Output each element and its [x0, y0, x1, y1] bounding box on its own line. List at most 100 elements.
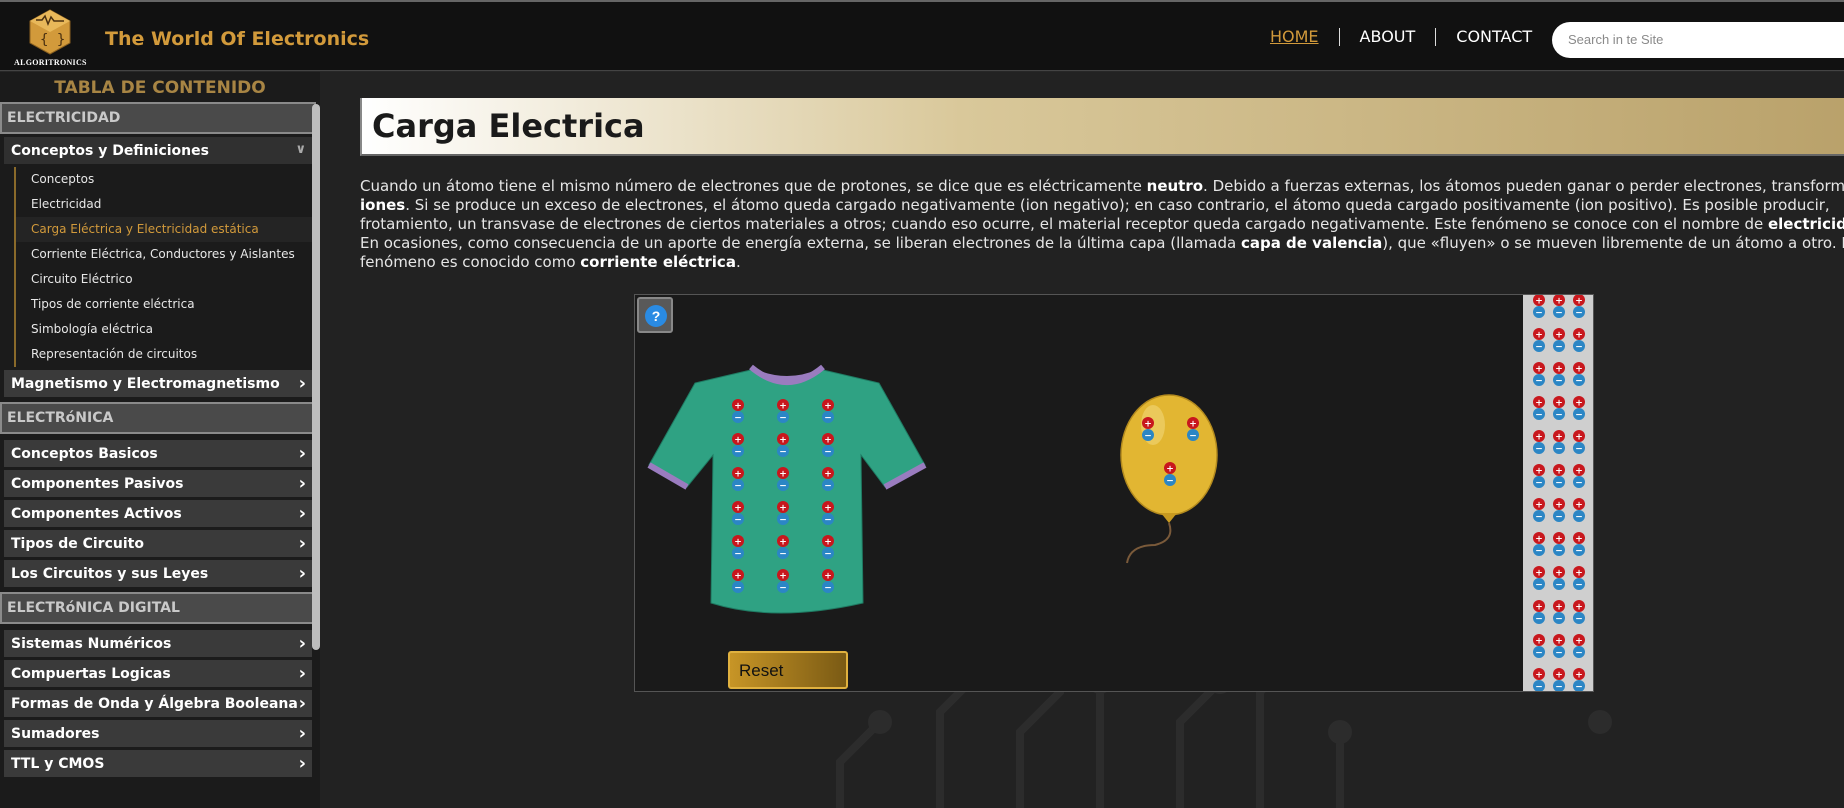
category-componentes-pasivos[interactable]: Componentes Pasivos ›: [4, 470, 312, 497]
search-input[interactable]: Search in te Site: [1552, 22, 1844, 58]
static-electricity-simulation[interactable]: + − + − + − + − + − + − + − + − + − + − + − + − + − + − + − + − + − + − + − + −…: [634, 294, 1594, 692]
category-sumadores[interactable]: Sumadores ›: [4, 720, 312, 747]
category-circuitos-leyes[interactable]: Los Circuitos y sus Leyes ›: [4, 560, 312, 587]
sidebar-item-representacion[interactable]: Representación de circuitos: [16, 342, 312, 367]
charge-sign: +: [1535, 500, 1543, 510]
sidebar-scrollbar[interactable]: [312, 104, 320, 650]
charge-sign: −: [1535, 376, 1543, 386]
simulation-canvas: + − + − + − + − + − + − + − + − + − + − + − + − + − + − + − + − + − + − + − + −…: [647, 295, 1593, 692]
charge-sign: +: [1555, 466, 1563, 476]
charge-sign: +: [824, 571, 832, 581]
charge-sign: −: [734, 549, 742, 559]
charge-sign: −: [1535, 478, 1543, 488]
charge-sign: −: [1575, 444, 1583, 454]
toc-title: TABLA DE CONTENIDO: [54, 78, 266, 98]
category-compuertas-logicas[interactable]: Compuertas Logicas ›: [4, 660, 312, 687]
charge-sign: −: [1535, 512, 1543, 522]
charge-sign: +: [1535, 636, 1543, 646]
chevron-right-icon: ›: [298, 533, 306, 554]
bold-term: capa de valencia: [1240, 234, 1383, 252]
charge-sign: −: [1555, 376, 1563, 386]
category-label: TTL y CMOS: [11, 756, 105, 772]
sidebar-item-carga-electrica[interactable]: Carga Eléctrica y Electricidad estática: [16, 217, 312, 242]
category-tipos-circuito[interactable]: Tipos de Circuito ›: [4, 530, 312, 557]
site-title[interactable]: The World Of Electronics: [105, 28, 369, 50]
charge-sign: +: [1535, 364, 1543, 374]
charge-sign: +: [1575, 636, 1583, 646]
main-content: Carga Electrica Cuando un átomo tiene el…: [320, 72, 1844, 808]
charge-sign: +: [1575, 670, 1583, 680]
charge-sign: +: [1535, 602, 1543, 612]
text-run: . Si se produce un exceso de electrones,…: [405, 196, 1830, 214]
sidebar-item-circuito-electrico[interactable]: Circuito Eléctrico: [16, 267, 312, 292]
category-sistemas-numericos[interactable]: Sistemas Numéricos ›: [4, 630, 312, 657]
question-icon: ?: [645, 305, 667, 327]
charge-sign: −: [1555, 580, 1563, 590]
paragraph-line: iones. Si se produce un exceso de electr…: [360, 196, 1844, 215]
category-label: Conceptos Basicos: [11, 446, 158, 462]
chevron-right-icon: ›: [298, 663, 306, 684]
charge-sign: +: [1166, 464, 1174, 474]
logo-cube-icon: { }: [29, 9, 71, 55]
charge-sign: +: [824, 503, 832, 513]
charge-sign: +: [1535, 296, 1543, 306]
sidebar-item-conceptos[interactable]: Conceptos: [16, 167, 312, 192]
charge-sign: −: [1555, 308, 1563, 318]
section-electricidad[interactable]: ELECTRICIDAD: [0, 102, 316, 134]
charge-sign: +: [1555, 670, 1563, 680]
paragraph-line: frotamiento, un transvase de electrones …: [360, 215, 1844, 234]
charge-sign: +: [1575, 602, 1583, 612]
text-run: ), que «fluyen» o se mueven libremente d…: [1382, 234, 1844, 252]
charge-sign: −: [734, 413, 742, 423]
bold-term: corriente eléctrica: [580, 253, 736, 271]
text-run: En ocasiones, como consecuencia de un ap…: [360, 234, 1241, 252]
chevron-right-icon: ›: [298, 443, 306, 464]
chevron-right-icon: ›: [298, 633, 306, 654]
sidebar-item-electricidad[interactable]: Electricidad: [16, 192, 312, 217]
charge-sign: −: [779, 481, 787, 491]
category-ttl-cmos[interactable]: TTL y CMOS ›: [4, 750, 312, 777]
text-run: frotamiento, un transvase de electrones …: [360, 215, 1768, 233]
charge-sign: +: [1189, 419, 1197, 429]
category-formas-onda[interactable]: Formas de Onda y Álgebra Booleana ›: [4, 690, 312, 717]
section-electronica[interactable]: ELECTRóNICA: [0, 402, 316, 434]
charge-sign: −: [1166, 476, 1174, 486]
charge-sign: −: [734, 447, 742, 457]
charge-sign: −: [1555, 648, 1563, 658]
paragraph-line: fenómeno es conocido como corriente eléc…: [360, 253, 1844, 272]
nav-home-link[interactable]: HOME: [1258, 28, 1340, 46]
charge-sign: −: [1575, 580, 1583, 590]
category-label: Compuertas Logicas: [11, 666, 171, 682]
category-conceptos-basicos[interactable]: Conceptos Basicos ›: [4, 440, 312, 467]
category-label: Sistemas Numéricos: [11, 636, 172, 652]
nav-about-link[interactable]: ABOUT: [1340, 28, 1437, 46]
sidebar-item-simbologia[interactable]: Simbología eléctrica: [16, 317, 312, 342]
charge-sign: +: [1575, 330, 1583, 340]
charge-sign: +: [1535, 568, 1543, 578]
help-button[interactable]: ?: [637, 297, 673, 333]
charge-sign: −: [1189, 431, 1197, 441]
sidebar-item-corriente-electrica[interactable]: Corriente Eléctrica, Conductores y Aisla…: [16, 242, 312, 267]
charge-sign: +: [824, 435, 832, 445]
charge-sign: +: [1555, 636, 1563, 646]
charge-sign: −: [1575, 342, 1583, 352]
charge-sign: −: [1535, 648, 1543, 658]
category-magnetismo[interactable]: Magnetismo y Electromagnetismo ›: [4, 370, 312, 397]
site-logo[interactable]: { } ALGORITRONICS: [14, 8, 87, 68]
charge-sign: +: [1575, 500, 1583, 510]
category-componentes-activos[interactable]: Componentes Activos ›: [4, 500, 312, 527]
section-electronica-digital[interactable]: ELECTRóNICA DIGITAL: [0, 592, 316, 624]
reset-button[interactable]: Reset: [728, 651, 848, 689]
sidebar-item-tipos-corriente[interactable]: Tipos de corriente eléctrica: [16, 292, 312, 317]
category-conceptos-definiciones[interactable]: Conceptos y Definiciones ∨: [4, 137, 312, 164]
charge-sign: −: [1575, 478, 1583, 488]
charge-sign: +: [1555, 296, 1563, 306]
bold-term: neutro: [1146, 177, 1204, 195]
charge-sign: −: [1575, 614, 1583, 624]
charge-sign: +: [1575, 398, 1583, 408]
charge-sign: −: [1535, 546, 1543, 556]
nav-contact-link[interactable]: CONTACT: [1436, 28, 1552, 46]
charge-sign: −: [1535, 682, 1543, 692]
charge-sign: −: [779, 583, 787, 593]
charge-sign: +: [734, 571, 742, 581]
